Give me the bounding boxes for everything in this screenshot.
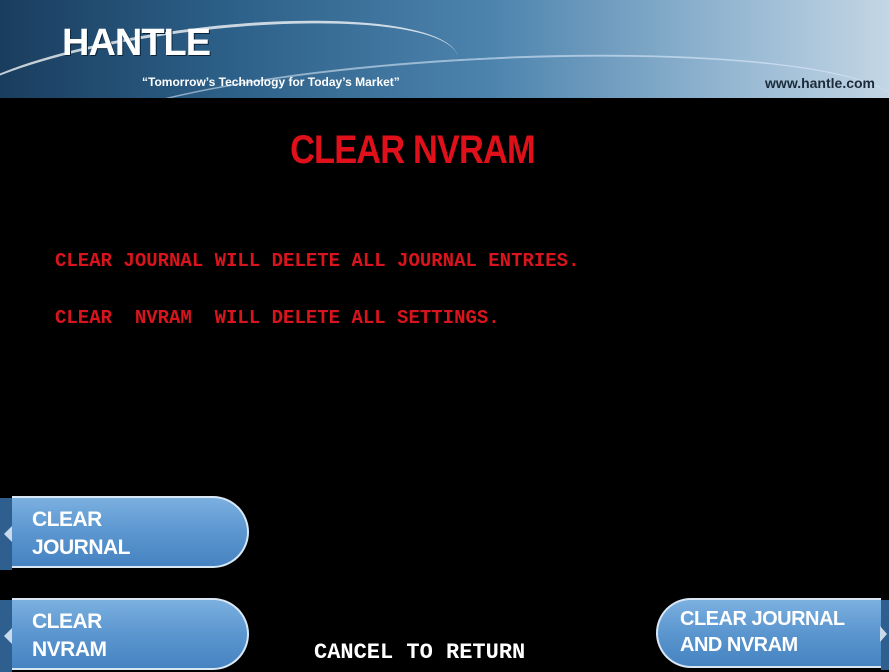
clear-journal-button[interactable]: CLEAR JOURNAL [0,496,249,570]
cancel-instruction: CANCEL TO RETURN [314,640,526,665]
button-label: CLEAR NVRAM [32,610,107,661]
hantle-logo: HANTLE [62,22,211,64]
tagline: “Tomorrow’s Technology for Today’s Marke… [142,75,400,89]
page-title: CLEAR NVRAM [290,128,536,172]
header-banner: HANTLE “Tomorrow’s Technology for Today’… [0,0,889,98]
arrow-left-icon [4,526,12,542]
button-label: CLEAR JOURNAL [32,508,131,559]
button-label: CLEAR JOURNAL AND NVRAM [680,608,845,656]
message-line-journal: CLEAR JOURNAL WILL DELETE ALL JOURNAL EN… [55,250,580,272]
clear-journal-and-nvram-button[interactable]: CLEAR JOURNAL AND NVRAM [656,598,889,670]
website-url: www.hantle.com [765,75,875,91]
arrow-left-icon [4,628,12,644]
message-line-nvram: CLEAR NVRAM WILL DELETE ALL SETTINGS. [55,307,500,329]
clear-nvram-button[interactable]: CLEAR NVRAM [0,598,249,672]
arrow-right-icon [880,626,887,642]
